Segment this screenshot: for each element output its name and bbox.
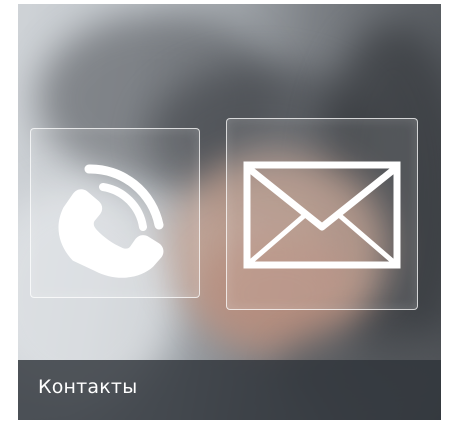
banner-caption[interactable]: Контакты [38,376,137,398]
mail-icon [243,161,401,269]
phone-icon [58,164,164,278]
contacts-banner[interactable]: Контакты [18,4,441,420]
caption-bar: Контакты [18,360,441,420]
phone-tile[interactable] [30,128,200,298]
mail-tile[interactable] [226,118,418,310]
